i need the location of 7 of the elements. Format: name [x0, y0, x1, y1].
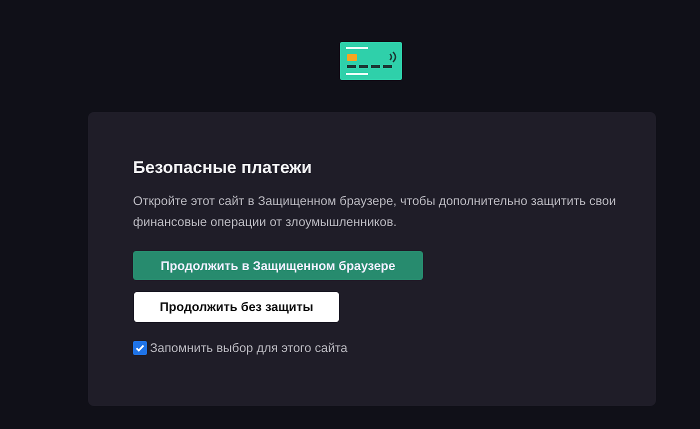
dialog-description: Откройте этот сайт в Защищенном браузере, чтобы дополнительно защитить свои финансовые операции от злоумышленников.	[133, 193, 617, 231]
remember-label: Запомнить выбор для этого сайта	[150, 341, 348, 355]
remember-checkbox[interactable]	[133, 341, 147, 355]
continue-button[interactable]: Продолжить без защиты	[134, 292, 339, 322]
dialog-title: Безопасные платежи	[133, 158, 313, 178]
credit-card-icon	[340, 42, 402, 80]
continue-secure-button[interactable]: Продолжить в Защищенном браузере	[133, 251, 423, 280]
